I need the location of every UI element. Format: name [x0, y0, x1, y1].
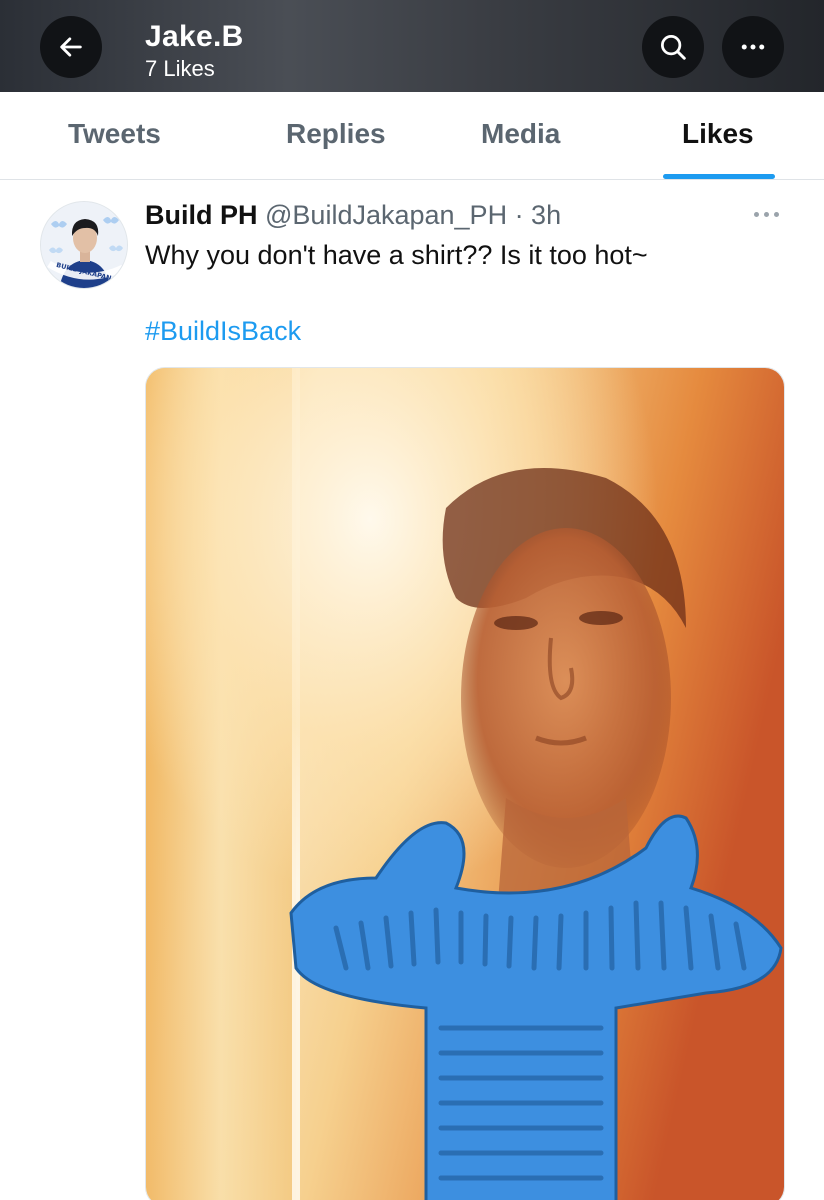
hashtag-link[interactable]: #BuildIsBack [145, 316, 301, 347]
tweet-text: Why you don't have a shirt?? Is it too h… [145, 240, 648, 270]
tweet-more-button[interactable] [746, 202, 786, 226]
tab-replies[interactable]: Replies [286, 118, 386, 150]
profile-tabs: Tweets Replies Media Likes [0, 92, 824, 180]
profile-header: Jake.B 7 Likes [0, 0, 824, 92]
profile-name: Jake.B [145, 20, 244, 53]
likes-count: 7 Likes [145, 56, 215, 81]
more-horizontal-icon [741, 44, 765, 50]
tab-media[interactable]: Media [481, 118, 560, 150]
avatar-image: BUILD JAKAPAN PH [41, 202, 127, 288]
tweet-media-image[interactable] [145, 367, 785, 1200]
tab-likes[interactable]: Likes [682, 118, 754, 150]
author-display-name[interactable]: Build PH [145, 200, 258, 230]
search-icon [661, 35, 686, 60]
more-options-button[interactable] [722, 16, 784, 78]
back-button[interactable] [40, 16, 102, 78]
search-button[interactable] [642, 16, 704, 78]
tweet-author[interactable]: Build PH @BuildJakapan_PH · 3h [145, 200, 561, 231]
active-tab-indicator [663, 174, 775, 179]
tab-tweets[interactable]: Tweets [68, 118, 161, 150]
more-dot [773, 211, 779, 217]
avatar[interactable]: BUILD JAKAPAN PH [40, 201, 128, 289]
more-dot [763, 211, 769, 217]
photo-illustration [146, 368, 784, 1200]
author-handle-time: @BuildJakapan_PH · 3h [265, 200, 562, 230]
more-horizontal-icon [753, 211, 759, 217]
arrow-left-icon [60, 37, 82, 57]
